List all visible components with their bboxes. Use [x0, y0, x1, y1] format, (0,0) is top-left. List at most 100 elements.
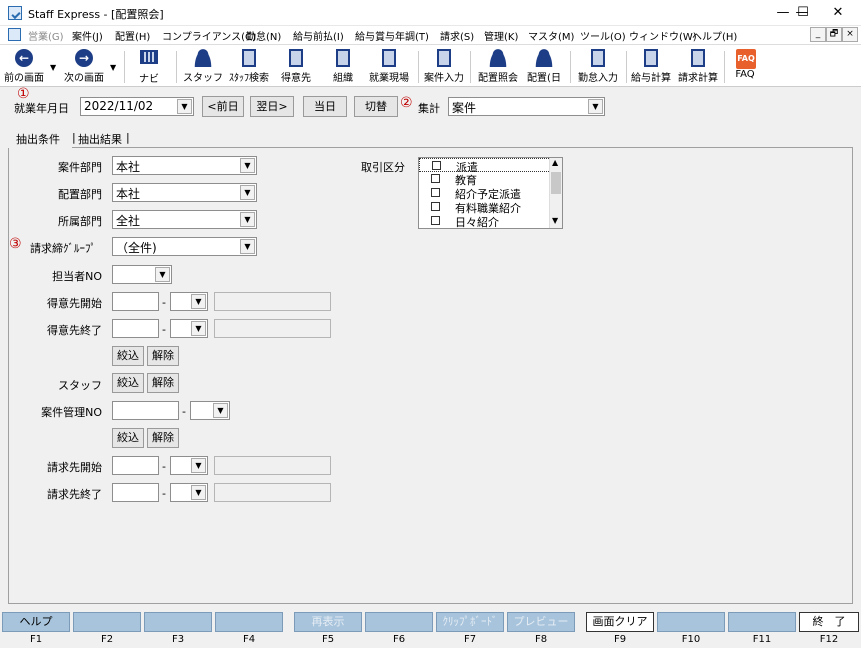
chevron-down-icon[interactable]: ▼	[155, 267, 170, 282]
menu-tools[interactable]: ツール(O)	[580, 28, 626, 43]
chevron-down-icon[interactable]: ▼	[240, 185, 255, 200]
assign-dept-select[interactable]: 本社 ▼	[112, 183, 257, 202]
chevron-down-icon[interactable]: ▼	[177, 99, 192, 114]
assign-query-button[interactable]: 配置照会	[474, 47, 522, 87]
staff-button[interactable]: スタッフ	[182, 47, 224, 87]
staff-search-button[interactable]: ｽﾀｯﾌ検索	[226, 47, 272, 87]
checkbox[interactable]	[431, 188, 440, 197]
scroll-down-icon[interactable]: ▼	[552, 216, 558, 225]
bill-calc-button[interactable]: 請求計算	[676, 47, 720, 87]
client-end-branch-select[interactable]: ▼	[170, 319, 208, 338]
prev-day-button[interactable]: <前日	[202, 96, 244, 117]
list-item[interactable]: 日々紹介	[419, 214, 551, 229]
tab-results[interactable]: 抽出結果	[78, 131, 122, 147]
bill-start-branch-select[interactable]: ▼	[170, 456, 208, 475]
case-dept-select[interactable]: 本社 ▼	[112, 156, 257, 175]
navi-button[interactable]: ナビ	[130, 47, 168, 87]
menu-attendance[interactable]: 勤怠(N)	[246, 28, 281, 43]
client-button[interactable]: 得意先	[276, 47, 316, 87]
scroll-thumb[interactable]	[551, 172, 561, 194]
f6-button[interactable]	[365, 612, 433, 632]
f5-refresh-button[interactable]: 再表示	[294, 612, 362, 632]
pay-calc-button[interactable]: 給与計算	[628, 47, 674, 87]
case-clear-button[interactable]: 解除	[147, 428, 179, 448]
bill-group-select[interactable]: （全件) ▼	[112, 237, 257, 256]
chevron-down-icon[interactable]: ▼	[191, 294, 206, 309]
f10-button[interactable]	[657, 612, 725, 632]
case-mgmt-branch-select[interactable]: ▼	[190, 401, 230, 420]
f11-button[interactable]	[728, 612, 796, 632]
f3-button[interactable]	[144, 612, 212, 632]
prev-screen-button[interactable]: ← 前の画面	[2, 47, 46, 87]
mdi-minimize-button[interactable]: _	[810, 27, 826, 42]
faq-button[interactable]: FAQ FAQ	[728, 47, 762, 87]
menu-master[interactable]: マスタ(M)	[528, 28, 574, 43]
bill-end-branch-select[interactable]: ▼	[170, 483, 208, 502]
case-input-button[interactable]: 案件入力	[422, 47, 466, 87]
client-clear-button[interactable]: 解除	[147, 346, 179, 366]
f1-help-button[interactable]: ヘルプ	[2, 612, 70, 632]
f9-clear-screen-button[interactable]: 画面クリア	[586, 612, 654, 632]
chevron-down-icon[interactable]: ▼	[240, 239, 255, 254]
menu-advance-pay[interactable]: 給与前払(I)	[293, 28, 344, 43]
staff-narrow-button[interactable]: 絞込	[112, 373, 144, 393]
aggregate-select[interactable]: 案件 ▼	[448, 97, 605, 116]
next-screen-button[interactable]: → 次の画面	[60, 47, 108, 87]
case-narrow-button[interactable]: 絞込	[112, 428, 144, 448]
assign-day-button[interactable]: 配置(日	[524, 47, 564, 87]
chevron-down-icon[interactable]: ▼	[240, 158, 255, 173]
chevron-down-icon[interactable]: ▼	[191, 458, 206, 473]
attendance-input-button[interactable]: 勤怠入力	[574, 47, 622, 87]
list-item[interactable]: 有料職業紹介	[419, 200, 551, 215]
menu-case[interactable]: 案件(J)	[72, 28, 103, 43]
bill-end-code-input[interactable]	[112, 483, 159, 502]
f12-exit-button[interactable]: 終 了	[799, 612, 859, 632]
menu-management[interactable]: 管理(K)	[484, 28, 518, 43]
worksite-button[interactable]: 就業現場	[366, 47, 412, 87]
client-narrow-button[interactable]: 絞込	[112, 346, 144, 366]
chevron-down-icon[interactable]: ▼	[240, 212, 255, 227]
checkbox[interactable]	[432, 161, 441, 170]
today-button[interactable]: 当日	[303, 96, 347, 117]
chevron-down-icon[interactable]: ▼	[213, 403, 228, 418]
case-mgmt-input[interactable]	[112, 401, 179, 420]
trade-category-list[interactable]: 派遣 教育 紹介予定派遣 有料職業紹介 日々紹介 ▲ ▼	[418, 157, 563, 229]
f7-clipboard-button[interactable]: ｸﾘｯﾌﾟﾎﾞｰﾄﾞ	[436, 612, 504, 632]
chevron-down-icon[interactable]: ▼	[588, 99, 603, 114]
staff-no-select[interactable]: ▼	[112, 265, 172, 284]
mdi-close-button[interactable]: ×	[842, 27, 858, 42]
f8-preview-button[interactable]: プレビュー	[507, 612, 575, 632]
f2-button[interactable]	[73, 612, 141, 632]
list-scrollbar[interactable]: ▲ ▼	[549, 158, 562, 228]
checkbox[interactable]	[431, 202, 440, 211]
tab-conditions[interactable]: 抽出条件	[16, 131, 60, 147]
f4-button[interactable]	[215, 612, 283, 632]
chevron-down-icon[interactable]: ▼	[191, 485, 206, 500]
bill-start-code-input[interactable]	[112, 456, 159, 475]
checkbox[interactable]	[431, 216, 440, 225]
menu-assign[interactable]: 配置(H)	[115, 28, 150, 43]
client-end-code-input[interactable]	[112, 319, 159, 338]
belong-dept-select[interactable]: 全社 ▼	[112, 210, 257, 229]
scroll-up-icon[interactable]: ▲	[552, 158, 558, 167]
org-button[interactable]: 組織	[324, 47, 362, 87]
client-start-branch-select[interactable]: ▼	[170, 292, 208, 311]
next-dropdown-icon[interactable]: ▼	[110, 63, 116, 72]
menu-sales[interactable]: 営業(G)	[28, 28, 64, 43]
checkbox[interactable]	[431, 174, 440, 183]
chevron-down-icon[interactable]: ▼	[191, 321, 206, 336]
menu-billing[interactable]: 請求(S)	[440, 28, 474, 43]
prev-dropdown-icon[interactable]: ▼	[50, 63, 56, 72]
client-start-code-input[interactable]	[112, 292, 159, 311]
staff-clear-button[interactable]: 解除	[147, 373, 179, 393]
menu-payroll[interactable]: 給与賞与年調(T)	[355, 28, 429, 43]
menu-compliance[interactable]: コンプライアンス(C)	[162, 28, 256, 43]
work-date-input[interactable]: 2022/11/02 ▼	[80, 97, 194, 116]
close-btn[interactable]: ✕	[815, 0, 861, 26]
list-item[interactable]: 紹介予定派遣	[419, 186, 551, 201]
switch-button[interactable]: 切替	[354, 96, 398, 117]
menu-window[interactable]: ウィンドウ(W)	[629, 28, 697, 43]
next-day-button[interactable]: 翌日>	[250, 96, 294, 117]
menu-help[interactable]: ヘルプ(H)	[692, 28, 737, 43]
list-item[interactable]: 派遣	[419, 158, 551, 174]
